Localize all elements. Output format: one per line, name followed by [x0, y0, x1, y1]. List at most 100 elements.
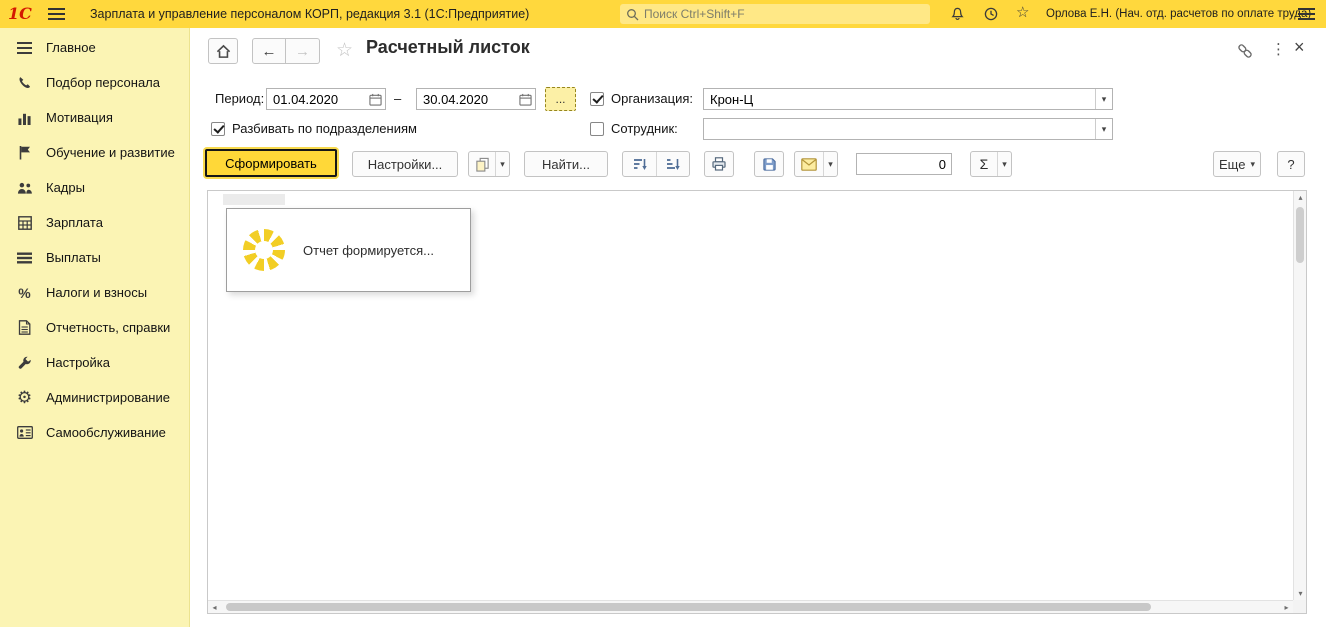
breakdown-checkbox[interactable]	[211, 122, 225, 136]
organization-label[interactable]: Организация:	[611, 88, 693, 110]
report-header-remnant	[223, 194, 285, 205]
employee-label[interactable]: Сотрудник:	[611, 118, 678, 140]
sidebar-item-label: Выплаты	[46, 250, 101, 265]
notifications-bell-icon[interactable]	[948, 5, 966, 23]
sidebar-item-reports[interactable]: Отчетность, справки	[0, 310, 189, 345]
loading-text: Отчет формируется...	[303, 243, 434, 258]
print-button[interactable]	[704, 151, 734, 177]
service-menu-icon[interactable]	[1298, 7, 1316, 21]
topbar: 1С Зарплата и управление персоналом КОРП…	[0, 0, 1326, 28]
vertical-scrollbar[interactable]: ▴ ▾	[1293, 191, 1306, 600]
employee-combo[interactable]: ▾	[703, 118, 1113, 140]
sidebar-item-label: Налоги и взносы	[46, 285, 147, 300]
save-button[interactable]	[754, 151, 784, 177]
sidebar-item-training[interactable]: Обучение и развитие	[0, 135, 189, 170]
loading-popup: Отчет формируется...	[226, 208, 471, 292]
sidebar-item-label: Подбор персонала	[46, 75, 160, 90]
chevron-down-icon[interactable]: ▾	[823, 152, 837, 176]
report-variants-split-button[interactable]: ▾	[468, 151, 510, 177]
sidebar-item-payments[interactable]: Выплаты	[0, 240, 189, 275]
scroll-up-icon[interactable]: ▴	[1294, 191, 1307, 204]
scroll-right-icon[interactable]: ▸	[1280, 601, 1293, 614]
sidebar-item-taxes[interactable]: % Налоги и взносы	[0, 275, 189, 310]
home-icon	[216, 44, 231, 59]
period-picker-button[interactable]: ...	[545, 87, 576, 111]
app-window: 1С Зарплата и управление персоналом КОРП…	[0, 0, 1326, 627]
1c-logo: 1С	[8, 4, 32, 23]
more-menu-kebab-icon[interactable]: ⋮	[1271, 40, 1286, 58]
calendar-icon[interactable]	[365, 89, 385, 109]
sidebar-item-recruiting[interactable]: Подбор персонала	[0, 65, 189, 100]
get-link-icon[interactable]	[1236, 42, 1254, 60]
nav-history-group: ← →	[252, 38, 320, 64]
favorite-star-icon[interactable]: ☆	[336, 39, 353, 62]
date-from-field[interactable]: 01.04.2020	[266, 88, 386, 110]
sidebar-item-label: Мотивация	[46, 110, 113, 125]
generate-report-button[interactable]: Сформировать	[205, 149, 337, 177]
find-button[interactable]: Найти...	[524, 151, 608, 177]
sidebar-item-salary[interactable]: Зарплата	[0, 205, 189, 240]
sort-descending-icon[interactable]	[623, 152, 656, 176]
organization-checkbox[interactable]	[590, 92, 604, 106]
calculator-grid-icon	[16, 215, 33, 231]
breakdown-label[interactable]: Разбивать по подразделениям	[232, 118, 417, 140]
help-button[interactable]: ?	[1277, 151, 1305, 177]
organization-combo[interactable]: Крон-Ц ▾	[703, 88, 1113, 110]
sidebar-item-label: Обучение и развитие	[46, 145, 175, 160]
flag-icon	[16, 145, 33, 161]
main-menu-icon[interactable]	[48, 7, 66, 21]
global-search[interactable]	[620, 4, 930, 24]
back-button[interactable]: ←	[252, 38, 286, 64]
badge-card-icon	[16, 425, 33, 441]
page-title: Расчетный листок	[366, 37, 530, 58]
loading-spinner-icon	[243, 229, 285, 271]
section-sidebar: Главное Подбор персонала Мотивация Обуче…	[0, 28, 190, 627]
scroll-left-icon[interactable]: ◂	[208, 601, 221, 614]
history-icon[interactable]	[982, 5, 1000, 23]
chevron-down-icon[interactable]: ▾	[1095, 89, 1112, 109]
horizontal-scrollbar[interactable]: ◂ ▸	[208, 600, 1293, 613]
date-to-field[interactable]: 30.04.2020	[416, 88, 536, 110]
printer-icon	[711, 156, 727, 172]
copy-icon	[469, 157, 495, 172]
employee-checkbox[interactable]	[590, 122, 604, 136]
app-title: Зарплата и управление персоналом КОРП, р…	[90, 7, 529, 21]
sidebar-item-main[interactable]: Главное	[0, 30, 189, 65]
forward-button[interactable]: →	[286, 38, 320, 64]
sidebar-item-label: Зарплата	[46, 215, 103, 230]
home-button[interactable]	[208, 38, 238, 64]
sidebar-item-selfservice[interactable]: Самообслуживание	[0, 415, 189, 450]
settings-button[interactable]: Настройки...	[352, 151, 458, 177]
sidebar-item-motivation[interactable]: Мотивация	[0, 100, 189, 135]
sort-ascending-icon[interactable]	[656, 152, 689, 176]
sidebar-item-label: Администрирование	[46, 390, 170, 405]
scroll-down-icon[interactable]: ▾	[1294, 587, 1307, 600]
horizontal-scroll-thumb[interactable]	[226, 603, 1151, 611]
scrollbar-corner	[1293, 600, 1306, 613]
current-user[interactable]: Орлова Е.Н. (Нач. отд. расчетов по оплат…	[1046, 8, 1311, 20]
sidebar-item-label: Настройка	[46, 355, 110, 370]
floppy-disk-icon	[762, 157, 777, 172]
favorites-star-icon[interactable]: ☆	[1016, 4, 1029, 22]
search-input[interactable]	[644, 7, 924, 21]
close-icon[interactable]: ×	[1294, 37, 1305, 58]
chevron-down-icon[interactable]: ▾	[997, 152, 1011, 176]
sum-sigma-split-button[interactable]: Σ ▾	[970, 151, 1012, 177]
vertical-scroll-thumb[interactable]	[1296, 207, 1304, 263]
more-actions-button[interactable]: Еще ▾	[1213, 151, 1261, 177]
sidebar-item-hr[interactable]: Кадры	[0, 170, 189, 205]
report-body: Отчет формируется... ▴ ▾ ◂ ▸	[207, 190, 1307, 614]
sidebar-item-settings[interactable]: Настройка	[0, 345, 189, 380]
organization-value: Крон-Ц	[704, 92, 1095, 107]
chevron-down-icon: ▾	[1250, 159, 1255, 170]
send-email-split-button[interactable]: ▾	[794, 151, 838, 177]
chevron-down-icon[interactable]: ▾	[1095, 119, 1112, 139]
counter-input[interactable]	[857, 154, 951, 174]
sigma-icon: Σ	[971, 156, 997, 172]
counter-field[interactable]	[856, 153, 952, 175]
calendar-icon[interactable]	[515, 89, 535, 109]
chevron-down-icon[interactable]: ▾	[495, 152, 509, 176]
sidebar-item-administration[interactable]: ⚙ Администрирование	[0, 380, 189, 415]
document-icon	[16, 320, 33, 336]
sidebar-item-label: Кадры	[46, 180, 85, 195]
